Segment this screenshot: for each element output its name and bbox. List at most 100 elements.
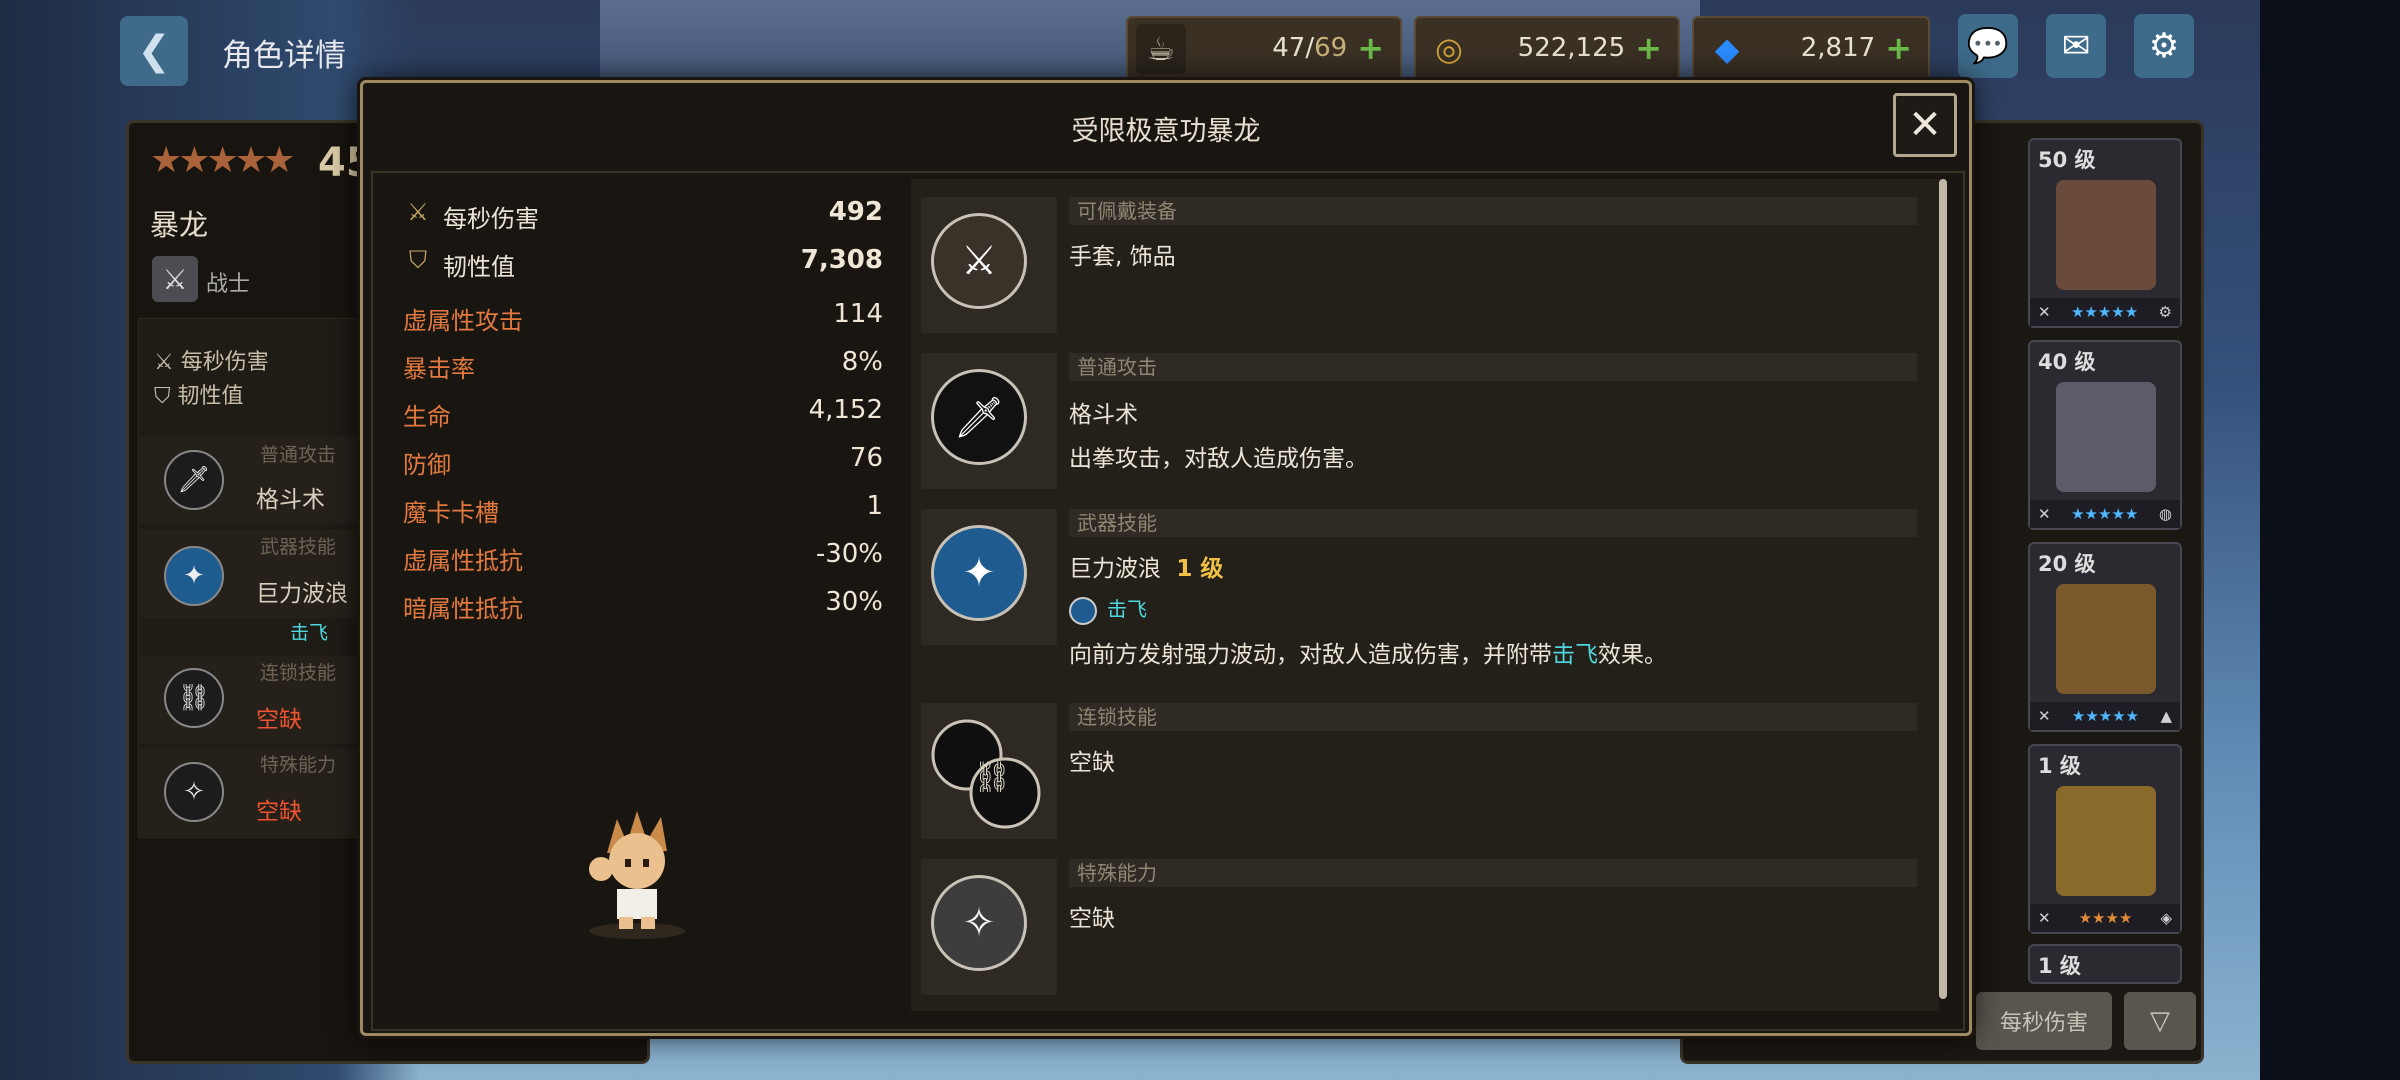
- character-name: 暴龙: [150, 208, 209, 242]
- hero-card[interactable]: 40 级 ✕ ★★★★★ ◍: [2028, 340, 2182, 530]
- star-rating: ★★★★: [2078, 909, 2133, 927]
- wave-skill-icon: [1069, 596, 1097, 625]
- sort-button[interactable]: 每秒伤害: [1976, 992, 2112, 1050]
- class-icon: ✕: [2038, 303, 2051, 321]
- sword-icon: 🗡: [931, 369, 1027, 465]
- stat-label: 防御: [403, 451, 451, 479]
- element-icon: ◈: [2160, 909, 2172, 927]
- class-icon: ✕: [2038, 909, 2051, 927]
- stat-label: 生命: [403, 403, 451, 431]
- weapon-skill-tag: 击飞: [1069, 593, 1147, 625]
- hero-card-level: 40 级: [2038, 350, 2096, 374]
- equipment-icon: ⚔: [931, 213, 1027, 309]
- chain-skill-value: 空缺: [1069, 750, 1115, 776]
- special-ability-section: ✧ 特殊能力 空缺: [911, 859, 1927, 995]
- weapon-skill-name: 巨力波浪: [1069, 556, 1161, 582]
- stat-label: 虚属性攻击: [403, 307, 523, 335]
- class-icon: ✕: [2038, 707, 2051, 725]
- filter-button[interactable]: ▽: [2124, 992, 2196, 1050]
- hero-card[interactable]: 1 级 ✕ ★★★★ ◈: [2028, 744, 2182, 934]
- hero-portrait: [2056, 180, 2156, 290]
- shield-icon: ⛉: [409, 246, 427, 274]
- scrollbar-thumb[interactable]: [1939, 179, 1947, 999]
- weapon-skill-title: 巨力波浪 1 级: [1069, 549, 1223, 583]
- normal-attack-label: 普通攻击: [260, 444, 337, 466]
- element-icon: ⚙: [2158, 303, 2172, 321]
- stat-value: 76: [849, 443, 883, 473]
- gem-icon: ◆: [1714, 30, 1740, 68]
- special-ability-label: 特殊能力: [260, 754, 337, 776]
- hero-card[interactable]: 50 级 ✕ ★★★★★ ⚙: [2028, 138, 2182, 328]
- close-button[interactable]: ✕: [1893, 93, 1957, 157]
- gem-counter[interactable]: ◆ 2,817 +: [1692, 16, 1930, 80]
- normal-attack-name: 格斗术: [256, 487, 325, 513]
- weapon-skill-name: 巨力波浪: [256, 581, 348, 607]
- stat-row: ⚔ 每秒伤害 492: [403, 193, 883, 237]
- add-gold-button[interactable]: +: [1635, 29, 1662, 67]
- stat-value: 492: [828, 197, 883, 227]
- weapon-skill-tag: 击飞: [290, 622, 329, 644]
- hero-card-level: 1 级: [2038, 754, 2081, 778]
- weapon-skill-label: 武器技能: [260, 536, 337, 558]
- chain-skill-label: 连锁技能: [260, 662, 337, 684]
- class-icon: ✕: [2038, 505, 2051, 523]
- stat-row: 暴击率 8%: [403, 343, 883, 387]
- hero-card[interactable]: 1 级: [2028, 944, 2182, 984]
- sword-icon: 🗡: [164, 450, 224, 510]
- scrollbar[interactable]: [1939, 179, 1947, 1011]
- knockup-tag: 击飞: [1107, 597, 1147, 621]
- envelope-icon: ✉: [2061, 26, 2091, 66]
- hero-card[interactable]: 20 级 ✕ ★★★★★ ▲: [2028, 542, 2182, 732]
- gear-icon: ⚙: [2148, 26, 2180, 66]
- stat-value: 7,308: [800, 245, 883, 275]
- stamina-current: 47: [1272, 33, 1306, 63]
- mail-button[interactable]: ✉: [2046, 14, 2106, 78]
- character-sprite: [589, 811, 685, 939]
- modal-title: 受限极意功暴龙: [1071, 116, 1261, 147]
- settings-button[interactable]: ⚙: [2134, 14, 2194, 78]
- skills-panel: ⚔ 可佩戴装备 手套, 饰品 🗡 普通攻击 格斗术 出拳攻击，对敌人造成伤害。 …: [911, 179, 1941, 1011]
- star-rating: ★★★★★: [2071, 505, 2139, 523]
- equipment-header: 可佩戴装备: [1069, 197, 1917, 225]
- crossed-swords-icon: ⚔: [154, 350, 181, 375]
- normal-attack-section: 🗡 普通攻击 格斗术 出拳攻击，对敌人造成伤害。: [911, 353, 1927, 489]
- wave-skill-icon: ✦: [164, 546, 224, 606]
- star-rating: ★★★★★: [2070, 303, 2139, 321]
- special-ability-header: 特殊能力: [1069, 859, 1917, 887]
- sparkle-icon: ✧: [931, 875, 1027, 971]
- stat-value: 8%: [841, 347, 883, 377]
- back-button[interactable]: ❮: [120, 16, 188, 86]
- triangle-down-icon: ▽: [2150, 1006, 2170, 1036]
- crossed-swords-icon: ⚔: [407, 198, 429, 226]
- gem-value: 2,817: [1800, 33, 1876, 63]
- add-stamina-button[interactable]: +: [1357, 29, 1384, 67]
- special-ability-value: 空缺: [1069, 906, 1115, 932]
- stat-row: 生命 4,152: [403, 391, 883, 435]
- page-title: 角色详情: [222, 38, 346, 74]
- chain-skill-value: 空缺: [256, 707, 302, 733]
- stamina-counter[interactable]: ☕ 47/69 +: [1126, 16, 1402, 80]
- hero-card-level: 1 级: [2038, 954, 2081, 978]
- stat-label: 魔卡卡槽: [403, 499, 499, 527]
- stat-row: ⛉ 韧性值 7,308: [403, 241, 883, 285]
- chat-bubble-icon: 💬: [1966, 26, 2010, 66]
- add-gem-button[interactable]: +: [1885, 29, 1912, 67]
- weapon-skill-desc: 向前方发射强力波动，对敌人造成伤害，并附带击飞效果。: [1069, 642, 1667, 668]
- star-rating: ★★★★★: [2071, 707, 2140, 725]
- dps-label: ⚔ 每秒伤害: [154, 350, 269, 375]
- stat-row: 虚属性攻击 114: [403, 295, 883, 339]
- chain-link-icon: ⛓: [931, 719, 1041, 829]
- toughness-label: ⛉ 韧性值: [154, 384, 244, 409]
- character-class: 战士: [206, 272, 251, 297]
- gold-counter[interactable]: ◎ 522,125 +: [1414, 16, 1680, 80]
- normal-attack-name: 格斗术: [1069, 402, 1138, 428]
- shield-icon: ⛉: [154, 384, 178, 409]
- special-ability-value: 空缺: [256, 799, 302, 825]
- wave-skill-icon: ✦: [931, 525, 1027, 621]
- chat-button[interactable]: 💬: [1958, 14, 2018, 78]
- equipment-section: ⚔ 可佩戴装备 手套, 饰品: [911, 197, 1927, 333]
- hero-portrait: [2056, 584, 2156, 694]
- chain-skill-header: 连锁技能: [1069, 703, 1917, 731]
- stat-value: 1: [866, 491, 883, 521]
- stat-row: 魔卡卡槽 1: [403, 487, 883, 531]
